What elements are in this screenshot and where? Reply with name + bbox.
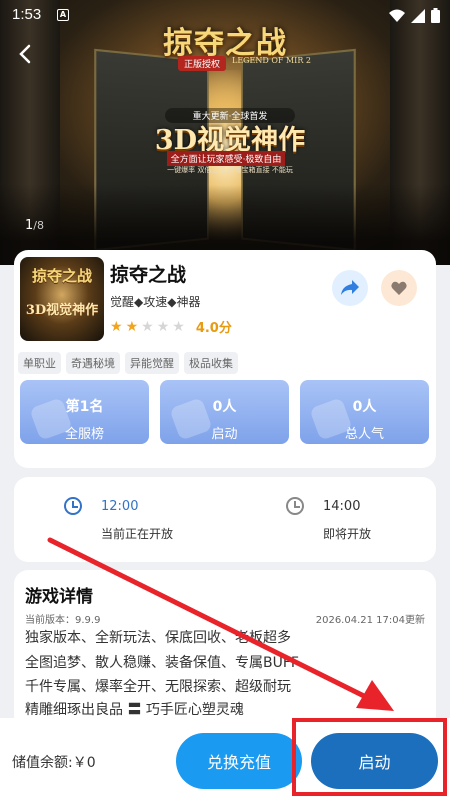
next-open-label: 即将开放 [323,527,372,541]
star-icon: ★ [141,318,154,335]
version-label: 当前版本：9.9.9 [25,615,101,626]
tag-list: 单职业 奇遇秘境 异能觉醒 极品收集 [18,352,238,374]
rating: ★ ★ ★ ★ ★ 4.0分 [110,317,232,337]
share-icon [341,280,359,295]
banner-pager: 1/8 [25,218,44,233]
balance-label: 储值余额:￥0 [12,755,96,771]
wifi-icon [389,9,405,22]
banner-logo-badge: 正版授权 [178,56,227,71]
pager-total: /8 [33,219,44,232]
stat-ranking[interactable]: 第1名 全服榜 [20,380,149,444]
star-icon: ★ [156,318,170,335]
clock-icon [286,497,304,515]
stat-launches[interactable]: 0人 启动 [160,380,289,444]
stat-label: 全服榜 [64,427,104,442]
share-button[interactable] [332,270,368,306]
current-open-label: 当前正在开放 [101,527,174,541]
chevron-left-icon [19,44,31,64]
rating-score: 4.0分 [195,321,232,336]
stat-value: 0人 [212,399,237,415]
notification-icon: A [57,9,69,21]
tag: 单职业 [18,352,61,374]
status-icons [389,8,440,23]
next-open-time: 14:00 [323,499,361,514]
details-line: 独家版本、全新玩法、保底回收、老板超多 [25,630,291,646]
heart-icon [391,281,407,295]
stat-value: 0人 [352,399,377,415]
tag: 奇遇秘境 [66,352,120,374]
details-line: 精雕细琢出良品 〓 巧手匠心塑灵魂 [25,702,244,718]
tag: 极品收集 [184,352,238,374]
highlight-box [292,718,447,796]
current-open-time: 12:00 [101,499,139,514]
status-time: 1:53 [12,6,42,23]
redeem-recharge-button[interactable]: 兑换充值 [176,733,302,789]
banner-promo-bar: 全方面让玩家感受·极致自由 [167,151,285,166]
star-icon: ★ [110,318,123,335]
game-details-card: 游戏详情 当前版本：9.9.9 2026.04.21 17:04更新 独家版本、… [14,570,436,730]
game-info-card: 掠夺之战 3D视觉神作 掠夺之战 觉醒◆攻速◆神器 ★ ★ ★ ★ ★ 4.0分… [14,250,436,468]
details-line: 全图追梦、散人稳赚、装备保值、专属BUFF [25,655,299,671]
game-title: 掠夺之战 [110,264,187,286]
favorite-button[interactable] [381,270,417,306]
star-icon: ★ [125,318,139,335]
thumbnail-headline: 3D视觉神作 [25,303,99,318]
back-button[interactable] [12,40,40,68]
game-features: 觉醒◆攻速◆神器 [110,295,201,309]
signal-icon [411,8,425,23]
details-title: 游戏详情 [25,587,93,607]
banner-logo-english: LEGEND OF MIR 2 [232,56,311,65]
game-banner[interactable]: 掠夺之战 正版授权 LEGEND OF MIR 2 重大更新·全球首发 3D视觉… [0,0,450,265]
banner-promo-small: 一键爆率 双倍三倍 高爆宝箱直接 不能玩 [167,166,293,174]
stats-row: 第1名 全服榜 0人 启动 0人 总人气 [20,380,429,444]
update-date: 2026.04.21 17:04更新 [315,615,425,626]
server-schedule-card: 12:00 当前正在开放 14:00 即将开放 [14,477,436,562]
status-bar: 1:53 A [0,0,450,32]
stat-label: 总人气 [344,427,384,442]
clock-icon [64,497,82,515]
star-icon: ★ [172,318,185,335]
game-thumbnail: 掠夺之战 3D视觉神作 [20,257,104,341]
thumbnail-title: 掠夺之战 [31,267,92,285]
tag: 异能觉醒 [125,352,179,374]
stat-label: 启动 [211,427,238,442]
stat-value: 第1名 [65,399,104,415]
stat-popularity[interactable]: 0人 总人气 [300,380,429,444]
details-line: 千件专属、爆率全开、无限探索、超级耐玩 [25,679,291,695]
battery-icon [431,8,440,23]
